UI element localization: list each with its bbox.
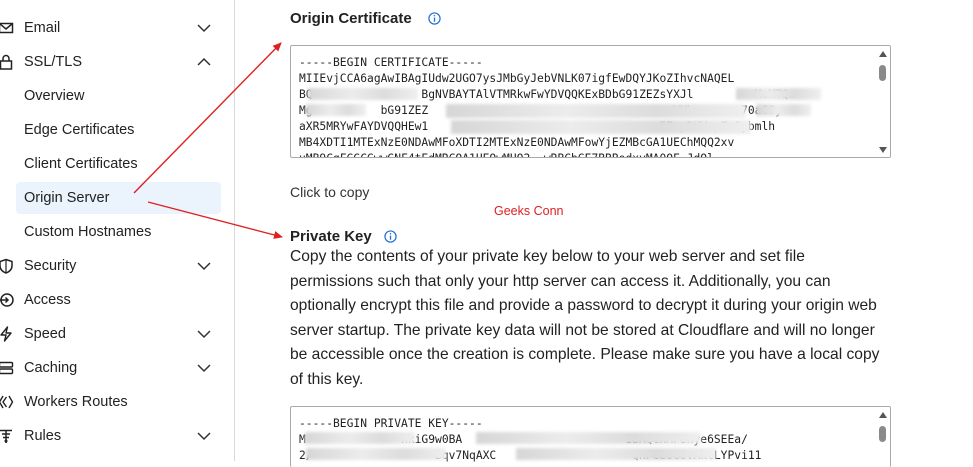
- redaction-blur: [516, 448, 716, 460]
- sidebar-item-label: Security: [24, 258, 77, 274]
- info-icon[interactable]: [428, 12, 441, 25]
- scroll-down-icon[interactable]: [879, 147, 887, 153]
- sidebar: Email SSL/TLS Overview Edge Certificates…: [0, 0, 235, 461]
- origin-certificate-textarea[interactable]: -----BEGIN CERTIFICATE----- MIIEvjCCA6ag…: [290, 45, 891, 158]
- sidebar-item-label: Client Certificates: [24, 156, 138, 172]
- access-icon: [0, 293, 14, 307]
- sidebar-item-custom-hostnames[interactable]: Custom Hostnames: [0, 216, 222, 248]
- scroll-up-icon[interactable]: [879, 412, 887, 418]
- sidebar-item-label: SSL/TLS: [24, 54, 83, 70]
- redaction-blur: [446, 104, 746, 118]
- sidebar-item-rules[interactable]: Rules: [0, 420, 222, 452]
- chevron-down-icon[interactable]: [197, 23, 211, 33]
- private-key-title: Private Key: [290, 228, 372, 245]
- sidebar-item-label: Rules: [24, 428, 62, 444]
- caching-icon: [0, 361, 14, 375]
- sidebar-item-client-certificates[interactable]: Client Certificates: [0, 148, 222, 180]
- redaction-blur: [476, 432, 701, 444]
- redaction-blur: [756, 104, 811, 116]
- sidebar-item-ssl-tls[interactable]: SSL/TLS: [0, 46, 222, 78]
- email-icon: [0, 22, 14, 34]
- private-key-description: Copy the contents of your private key be…: [290, 248, 880, 388]
- info-icon[interactable]: [384, 230, 397, 243]
- sidebar-item-caching[interactable]: Caching: [0, 352, 222, 384]
- chevron-down-icon[interactable]: [197, 261, 211, 271]
- certificate-text: -----BEGIN CERTIFICATE----- MIIEvjCCA6ag…: [299, 56, 796, 157]
- chevron-down-icon[interactable]: [197, 329, 211, 339]
- scrollbar[interactable]: [876, 46, 890, 157]
- shield-icon: [0, 258, 13, 274]
- sidebar-item-label: Access: [24, 292, 71, 308]
- sidebar-item-access[interactable]: Access: [0, 284, 222, 316]
- lock-icon: [0, 54, 13, 70]
- scrollbar[interactable]: [876, 407, 890, 467]
- sidebar-item-overview[interactable]: Overview: [0, 80, 222, 112]
- redaction-blur: [736, 88, 821, 100]
- chevron-down-icon[interactable]: [197, 363, 211, 373]
- sidebar-item-label: Overview: [24, 88, 85, 104]
- sidebar-item-label: Edge Certificates: [24, 122, 135, 138]
- redaction-blur: [306, 448, 446, 460]
- sidebar-item-label: Email: [24, 20, 61, 36]
- scroll-thumb[interactable]: [879, 65, 886, 81]
- sidebar-item-speed[interactable]: Speed: [0, 318, 222, 350]
- chevron-up-icon[interactable]: [197, 57, 211, 67]
- chevron-down-icon[interactable]: [197, 431, 211, 441]
- sidebar-item-origin-server[interactable]: Origin Server: [16, 182, 221, 214]
- private-key-textarea[interactable]: -----BEGIN PRIVATE KEY----- M hkiG9w0BA …: [290, 406, 891, 467]
- lightning-icon: [0, 326, 12, 342]
- rules-icon: [0, 429, 12, 443]
- sidebar-item-label: Custom Hostnames: [24, 224, 152, 240]
- scroll-thumb[interactable]: [879, 426, 886, 442]
- redaction-blur: [451, 120, 751, 134]
- sidebar-item-label: Origin Server: [24, 190, 110, 206]
- sidebar-item-workers-routes[interactable]: Workers Routes: [0, 386, 222, 418]
- sidebar-item-security[interactable]: Security: [0, 250, 222, 282]
- sidebar-item-label: Speed: [24, 326, 66, 342]
- origin-certificate-title: Origin Certificate: [290, 10, 412, 27]
- watermark-text: Geeks Conn: [494, 204, 564, 218]
- redaction-blur: [306, 104, 366, 116]
- sidebar-item-edge-certificates[interactable]: Edge Certificates: [0, 114, 222, 146]
- workers-icon: [0, 395, 14, 409]
- redaction-blur: [305, 432, 415, 444]
- redaction-blur: [308, 88, 418, 100]
- click-to-copy-link[interactable]: Click to copy: [290, 184, 369, 200]
- sidebar-item-email[interactable]: Email: [0, 12, 222, 44]
- sidebar-item-label: Caching: [24, 360, 78, 376]
- scroll-up-icon[interactable]: [879, 51, 887, 57]
- sidebar-item-label: Workers Routes: [24, 394, 128, 410]
